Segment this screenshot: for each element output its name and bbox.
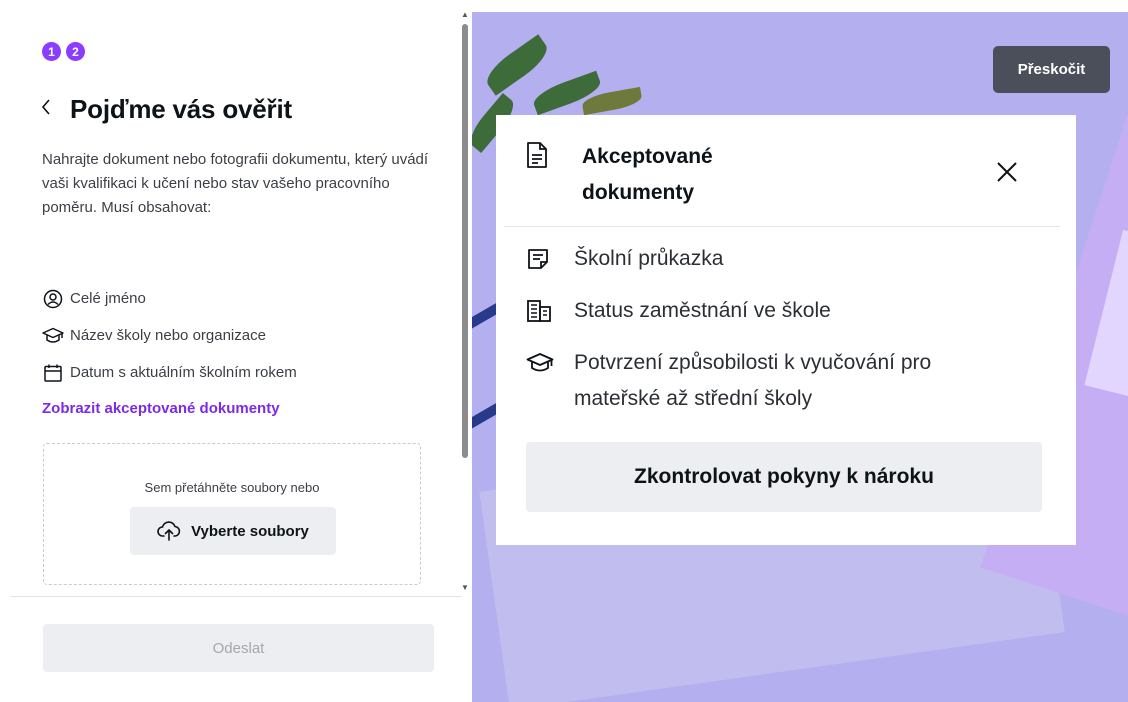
graduation-cap-icon — [526, 345, 556, 381]
verification-panel: 1 2 Pojďme vás ověřit Nahrajte dokument … — [0, 0, 472, 702]
close-icon — [996, 161, 1018, 188]
requirement-item: Celé jméno — [42, 280, 297, 317]
choose-files-button[interactable]: Vyberte soubory — [130, 507, 336, 555]
title-row: Pojďme vás ověřit — [40, 94, 292, 125]
popup-header: Akceptované dokumenty — [504, 121, 1060, 227]
description: Nahrajte dokument nebo fotografii dokume… — [42, 151, 429, 216]
graduation-cap-icon — [42, 325, 64, 347]
file-drop-zone[interactable]: Sem přetáhněte soubory nebo Vyberte soub… — [43, 443, 421, 585]
back-button[interactable] — [40, 95, 62, 125]
note-icon — [526, 241, 556, 277]
close-button[interactable] — [992, 159, 1022, 189]
cloud-upload-icon — [157, 521, 181, 541]
accepted-document-label: Školní průkazka — [574, 247, 724, 270]
divider — [10, 596, 462, 597]
requirements-list: Celé jméno Název školy nebo organizace D… — [42, 280, 297, 391]
calendar-icon — [42, 362, 64, 384]
chevron-left-icon — [40, 98, 52, 121]
accepted-document-label: Potvrzení způsobilosti k vyučování pro m… — [574, 351, 932, 410]
accepted-document-item: Školní průkazka — [526, 241, 1004, 277]
step-badge-1: 1 — [42, 42, 61, 61]
building-icon — [526, 293, 556, 329]
drop-zone-text: Sem přetáhněte soubory nebo — [144, 480, 320, 495]
scroll-up-arrow-icon[interactable]: ▲ — [461, 10, 469, 19]
leaf-decoration — [480, 34, 554, 96]
requirement-label: Datum s aktuálním školním rokem — [70, 364, 297, 381]
popup-content: Akceptované dokumenty Školní průkazka St… — [504, 121, 1060, 541]
requirement-item: Datum s aktuálním školním rokem — [42, 354, 297, 391]
scroll-down-arrow-icon[interactable]: ▼ — [461, 583, 469, 592]
skip-button[interactable]: Přeskočit — [993, 46, 1110, 93]
accepted-document-item: Status zaměstnání ve škole — [526, 293, 1004, 329]
popup-title: Akceptované dokumenty — [582, 145, 713, 204]
choose-files-label: Vyberte soubory — [191, 522, 309, 540]
review-eligibility-button[interactable]: Zkontrolovat pokyny k nároku — [526, 442, 1042, 512]
requirement-item: Název školy nebo organizace — [42, 317, 297, 354]
step-badge-2: 2 — [66, 42, 85, 61]
show-accepted-documents-link[interactable]: Zobrazit akceptované dokumenty — [42, 400, 280, 417]
accepted-document-item: Potvrzení způsobilosti k vyučování pro m… — [526, 345, 1004, 417]
accepted-documents-list: Školní průkazka Status zaměstnání ve ško… — [526, 241, 1004, 433]
requirement-label: Název školy nebo organizace — [70, 327, 266, 344]
accepted-documents-popup: Akceptované dokumenty Školní průkazka St… — [496, 115, 1076, 545]
person-circle-icon — [42, 288, 64, 310]
document-icon — [526, 141, 548, 174]
page-title: Pojďme vás ověřit — [70, 94, 292, 124]
accepted-document-label: Status zaměstnání ve škole — [574, 299, 831, 322]
step-indicator: 1 2 — [42, 42, 85, 61]
scrollbar-thumb[interactable] — [462, 24, 468, 458]
requirement-label: Celé jméno — [70, 290, 146, 307]
submit-button[interactable]: Odeslat — [43, 624, 434, 672]
scrollbar[interactable]: ▲ ▼ — [459, 10, 471, 592]
